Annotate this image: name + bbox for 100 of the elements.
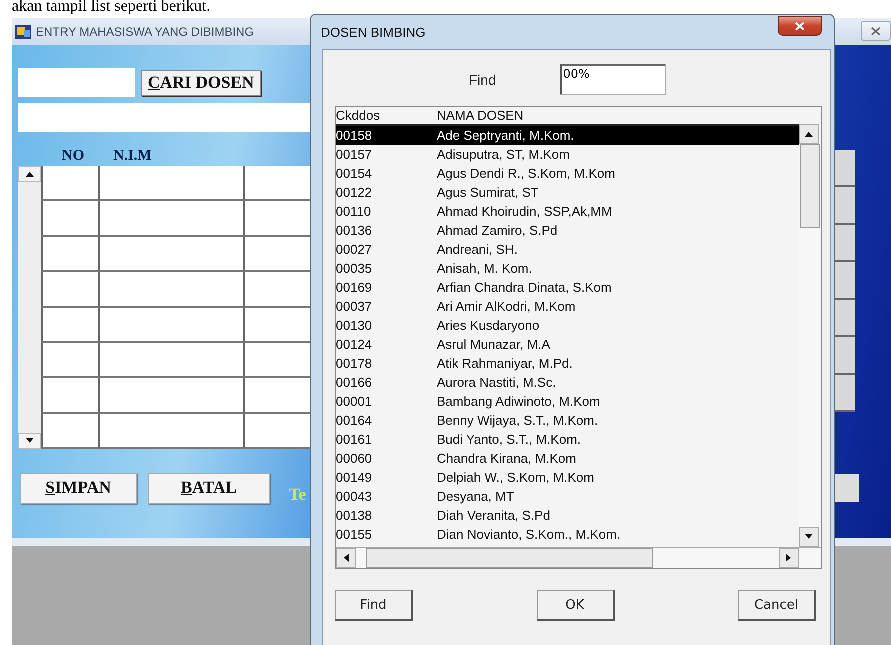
grid-cell[interactable]	[243, 272, 313, 308]
name-text: Adisuputra, ST, M.Kom	[437, 146, 570, 164]
grid-cell[interactable]	[835, 150, 855, 188]
list-row[interactable]: 00130 Aries Kusdaryono	[336, 316, 799, 335]
find-button[interactable]: Find	[335, 590, 413, 621]
grid-cell[interactable]	[41, 201, 98, 237]
name-text: Dian Novianto, S.Kom., M.Kom.	[437, 526, 621, 544]
close-button[interactable]	[778, 16, 822, 36]
list-row[interactable]: 00136 Ahmad Zamiro, S.Pd	[336, 221, 799, 240]
list-row[interactable]: 00169 Arfian Chandra Dinata, S.Kom	[336, 278, 799, 297]
list-row[interactable]: 00161 Budi Yanto, S.T., M.Kom.	[336, 430, 799, 449]
list-row[interactable]: 00157 Adisuputra, ST, M.Kom	[336, 145, 799, 164]
code-text: 00130	[336, 317, 374, 335]
name-text: Bambang Adiwinoto, M.Kom	[437, 393, 600, 411]
code-text: 00158	[336, 127, 374, 145]
horizontal-scrollbar[interactable]	[336, 547, 821, 568]
grid-cell[interactable]	[98, 308, 243, 343]
document-text: akan tampil list seperti berikut.	[11, 0, 212, 17]
name-text: Delpiah W., S.Kom, M.Kom	[437, 469, 594, 487]
cancel-button[interactable]: Cancel	[738, 590, 816, 621]
search-field[interactable]	[18, 68, 135, 97]
list-row[interactable]: 00037 Ari Amir AlKodri, M.Kom	[336, 297, 799, 316]
code-text: 00027	[336, 241, 374, 259]
list-row[interactable]: 00149 Delpiah W., S.Kom, M.Kom	[336, 468, 799, 487]
name-text: Agus Sumirat, ST	[437, 184, 539, 202]
list-row[interactable]: 00110 Ahmad Khoirudin, SSP,Ak,MM	[336, 202, 799, 221]
ok-button[interactable]: OK	[536, 590, 614, 621]
grid-cell[interactable]	[835, 337, 855, 375]
find-field[interactable]: 00%	[560, 64, 666, 95]
window-title: ENTRY MAHASISWA YANG DIBIMBING	[36, 24, 254, 38]
list-row[interactable]: 00155 Dian Novianto, S.Kom., M.Kom.	[336, 525, 799, 544]
grid-cell[interactable]	[98, 414, 243, 450]
code-text: 00138	[336, 507, 374, 525]
list-row[interactable]: 00035 Anisah, M. Kom.	[336, 259, 799, 278]
name-field[interactable]	[18, 103, 310, 132]
left-arrow-icon	[343, 554, 349, 562]
grid-cell[interactable]	[243, 308, 313, 343]
grid-cell[interactable]	[835, 224, 855, 262]
code-text: 00178	[336, 355, 374, 373]
grid-cell[interactable]	[98, 201, 243, 237]
scroll-thumb[interactable]	[800, 144, 820, 228]
list-row[interactable]: 00164 Benny Wijaya, S.T., M.Kom.	[336, 411, 799, 430]
grid-cell[interactable]	[98, 342, 243, 378]
name-text: Ade Septryanti, M.Kom.	[437, 127, 574, 145]
grid-cell[interactable]	[243, 378, 313, 414]
code-text: 00166	[336, 374, 374, 392]
name-text: Ari Amir AlKodri, M.Kom	[437, 298, 576, 316]
grid-cell[interactable]	[41, 414, 98, 450]
close-icon	[871, 26, 881, 36]
app-icon	[14, 24, 32, 40]
name-text: Budi Yanto, S.T., M.Kom.	[437, 431, 582, 449]
grid-cell[interactable]	[41, 272, 98, 308]
grid-cell[interactable]	[41, 308, 98, 343]
grid-cell[interactable]	[98, 378, 243, 414]
grid-cell[interactable]	[41, 378, 98, 414]
grid-cell[interactable]	[835, 374, 855, 412]
code-text: 00037	[336, 298, 374, 316]
list-row[interactable]: 00124 Asrul Munazar, M.A	[336, 335, 799, 354]
list-row[interactable]: 00060 Chandra Kirana, M.Kom	[336, 449, 799, 468]
grid-cell[interactable]	[98, 166, 243, 202]
grid-cell[interactable]	[243, 201, 313, 237]
save-button[interactable]: SIMPAN	[20, 472, 137, 504]
grid-cell[interactable]	[41, 342, 98, 378]
name-text: Arfian Chandra Dinata, S.Kom	[437, 279, 612, 297]
list-row[interactable]: 00138 Diah Veranita, S.Pd	[336, 506, 799, 525]
search-button[interactable]: CARI DOSEN	[141, 70, 262, 96]
code-text: 00035	[336, 260, 374, 278]
grid-cell[interactable]	[835, 262, 855, 300]
cancel-button[interactable]: BATAL	[148, 472, 270, 504]
close-button[interactable]	[861, 21, 891, 41]
list-row[interactable]: 00154 Agus Dendi R., S.Kom, M.Kom	[336, 164, 799, 183]
column-header: NO	[62, 148, 84, 166]
grid-cell[interactable]	[835, 300, 855, 338]
grid-cell[interactable]	[98, 272, 243, 308]
list-row[interactable]: 00027 Andreani, SH.	[336, 240, 799, 259]
grid-cell[interactable]	[98, 236, 243, 272]
scrollbar[interactable]	[18, 166, 41, 449]
list-row[interactable]: 00001 Bambang Adiwinoto, M.Kom	[336, 392, 799, 411]
code-text: 00149	[336, 469, 374, 487]
code-text: 00060	[336, 450, 374, 468]
grid-cell[interactable]	[243, 166, 313, 202]
grid-cell[interactable]	[41, 236, 98, 272]
scrollbar[interactable]	[799, 124, 821, 547]
code-text: 00169	[336, 279, 374, 297]
list-row[interactable]: 00178 Atik Rahmaniyar, M.Pd.	[336, 354, 799, 373]
grid-cell[interactable]	[835, 187, 855, 225]
name-text: Diah Veranita, S.Pd	[437, 507, 550, 525]
grid-cell[interactable]	[41, 166, 98, 202]
scroll-thumb[interactable]	[366, 548, 653, 568]
code-text: 00155	[336, 526, 374, 544]
grid-cell[interactable]	[243, 342, 313, 378]
grid-cell[interactable]	[243, 414, 313, 450]
list-row[interactable]: 00122 Agus Sumirat, ST	[336, 183, 799, 202]
list-row[interactable]: 00043 Desyana, MT	[336, 487, 799, 506]
grid-cell[interactable]	[243, 236, 313, 272]
column-header: NAMA DOSEN	[437, 108, 524, 123]
list-row[interactable]: 00158 Ade Septryanti, M.Kom.	[336, 126, 799, 145]
code-text: 00043	[336, 488, 374, 506]
name-text: Atik Rahmaniyar, M.Pd.	[437, 355, 573, 373]
list-row[interactable]: 00166 Aurora Nastiti, M.Sc.	[336, 373, 799, 392]
